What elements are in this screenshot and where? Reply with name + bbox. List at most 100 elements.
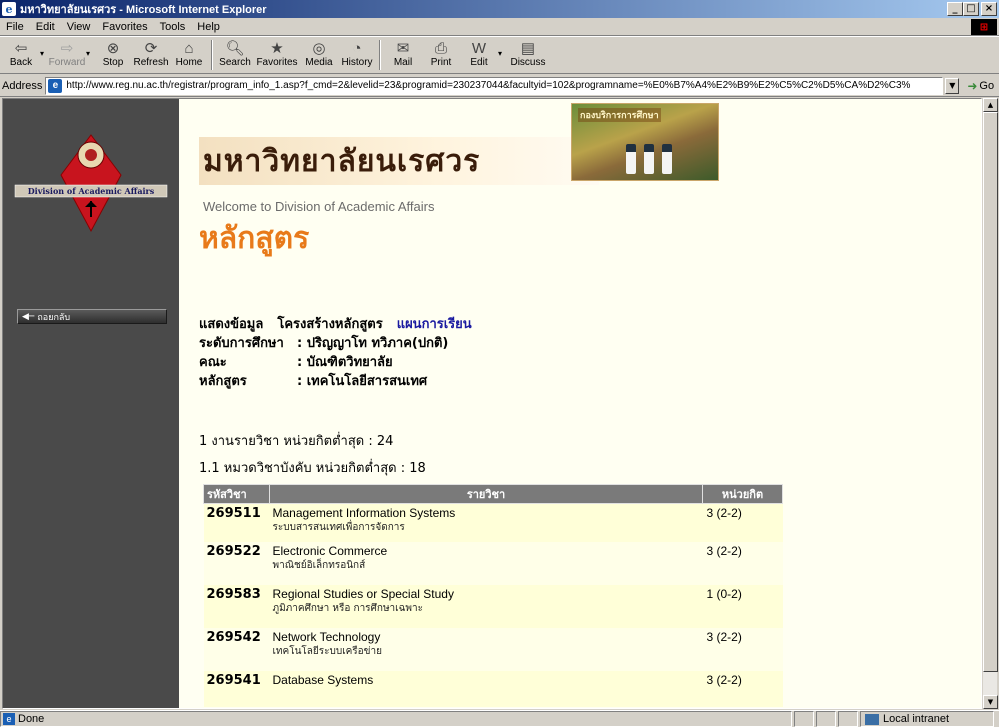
info-value: : ปริญญาโท ทวิภาค(ปกติ) bbox=[297, 336, 449, 351]
home-label: Home bbox=[175, 57, 203, 68]
banner-photo-label: กองบริการการศึกษา bbox=[578, 108, 661, 122]
mail-icon: ✉ bbox=[396, 40, 410, 57]
menu-view[interactable]: View bbox=[61, 21, 97, 33]
vertical-scrollbar[interactable]: ▲ ▼ bbox=[982, 98, 998, 709]
minimize-button[interactable]: _ bbox=[947, 2, 963, 16]
menu-help[interactable]: Help bbox=[191, 21, 226, 33]
go-button[interactable]: ➜ Go bbox=[967, 79, 994, 93]
back-arrow-icon: ◀─ bbox=[22, 311, 35, 322]
sidebar-back-button[interactable]: ◀─ ถอยกลับ bbox=[17, 309, 167, 324]
window-controls: _ □ × bbox=[947, 2, 997, 16]
course-code: 269583 bbox=[203, 584, 270, 628]
media-button[interactable]: ◎ Media bbox=[300, 37, 338, 73]
course-name: Electronic Commerce พาณิชย์อิเล็กทรอนิกส… bbox=[269, 541, 703, 585]
print-button[interactable]: ⎙ Print bbox=[422, 37, 460, 73]
back-dropdown-icon[interactable]: ▾ bbox=[40, 49, 48, 58]
back-button[interactable]: ⇦ Back bbox=[2, 37, 40, 73]
status-cell bbox=[816, 711, 836, 727]
page-viewport: Division of Academic Affairs ◀─ ถอยกลับ … bbox=[2, 98, 982, 709]
print-icon: ⎙ bbox=[434, 39, 447, 57]
history-button[interactable]: ◔ History bbox=[338, 37, 376, 73]
table-row: 269522 Electronic Commerce พาณิชย์อิเล็ก… bbox=[203, 541, 783, 585]
home-icon: ⌂ bbox=[184, 39, 194, 57]
course-name-th: เทคโนโลยีระบบเครือข่าย bbox=[272, 645, 383, 657]
page-done-icon: e bbox=[3, 713, 15, 725]
close-button[interactable]: × bbox=[981, 2, 997, 16]
university-banner: มหาวิทยาลัยนเรศวร Welcome to Division of… bbox=[199, 133, 599, 227]
go-arrow-icon: ➜ bbox=[967, 78, 978, 93]
address-input[interactable]: e http://www.reg.nu.ac.th/registrar/prog… bbox=[45, 76, 944, 95]
course-credit: 3 (2-2) bbox=[702, 670, 783, 707]
logo-text: Division of Academic Affairs bbox=[28, 186, 155, 196]
group-heading-1-1: 1.1 หมวดวิชาบังคับ หน่วยกิตต่ำสุด : 18 bbox=[199, 461, 426, 476]
address-dropdown-icon[interactable]: ▼ bbox=[945, 77, 960, 94]
forward-dropdown-icon[interactable]: ▾ bbox=[86, 49, 94, 58]
sidebar: Division of Academic Affairs ◀─ ถอยกลับ bbox=[3, 99, 179, 708]
info-label: คณะ bbox=[199, 355, 227, 370]
link-study-plan[interactable]: แผนการเรียน bbox=[397, 313, 472, 334]
scroll-up-icon[interactable]: ▲ bbox=[983, 98, 998, 112]
column-header-code: รหัสวิชา bbox=[203, 484, 270, 504]
forward-button[interactable]: ⇨ Forward bbox=[48, 37, 86, 73]
home-button[interactable]: ⌂ Home bbox=[170, 37, 208, 73]
scroll-down-icon[interactable]: ▼ bbox=[983, 695, 998, 709]
favorites-icon: ★ bbox=[270, 40, 284, 57]
link-curriculum-structure[interactable]: โครงสร้างหลักสูตร bbox=[277, 313, 382, 334]
title-bar: e มหาวิทยาลัยนเรศวร - Microsoft Internet… bbox=[0, 0, 999, 18]
history-label: History bbox=[341, 57, 373, 68]
mail-button[interactable]: ✉ Mail bbox=[384, 37, 422, 73]
page-icon: e bbox=[48, 78, 63, 93]
academic-affairs-logo: Division of Academic Affairs bbox=[3, 133, 179, 233]
course-name-th: ภูมิภาคศึกษา หรือ การศึกษาเฉพาะ bbox=[272, 602, 423, 614]
toolbar: ⇦ Back ▾ ⇨ Forward ▾ ⊗ Stop ⟳ Refresh ⌂ … bbox=[0, 36, 999, 74]
group-heading-1: 1 งานรายวิชา หน่วยกิตต่ำสุด : 24 bbox=[199, 434, 394, 449]
course-credit: 3 (2-2) bbox=[702, 627, 783, 671]
intranet-zone-icon bbox=[865, 713, 879, 725]
course-credit: 3 (2-2) bbox=[702, 503, 783, 542]
favorites-label: Favorites bbox=[256, 57, 298, 68]
search-icon: 🔍︎ bbox=[225, 40, 245, 57]
column-header-name: รายวิชา bbox=[269, 484, 703, 504]
scrollbar-thumb[interactable] bbox=[983, 112, 998, 672]
info-value: : เทคโนโลยีสารสนเทศ bbox=[297, 374, 428, 389]
stop-button[interactable]: ⊗ Stop bbox=[94, 37, 132, 73]
course-name: Management Information Systems ระบบสารสน… bbox=[269, 503, 703, 542]
address-label: Address bbox=[2, 79, 43, 92]
refresh-button[interactable]: ⟳ Refresh bbox=[132, 37, 170, 73]
window-title: มหาวิทยาลัยนเรศวร - Microsoft Internet E… bbox=[20, 4, 267, 16]
course-name: Regional Studies or Special Study ภูมิภา… bbox=[269, 584, 703, 628]
stop-label: Stop bbox=[102, 57, 124, 68]
main-content: มหาวิทยาลัยนเรศวร Welcome to Division of… bbox=[179, 99, 981, 708]
forward-arrow-icon: ⇨ bbox=[60, 40, 74, 57]
link-show-info[interactable]: แสดงข้อมูล bbox=[199, 313, 263, 334]
course-name-th: ระบบสารสนเทศเพื่อการจัดการ bbox=[272, 522, 405, 533]
edit-button[interactable]: W Edit bbox=[460, 37, 498, 73]
table-row: 269541 Database Systems 3 (2-2) bbox=[203, 670, 783, 707]
course-name-en: Database Systems bbox=[272, 672, 374, 687]
sidebar-back-label: ถอยกลับ bbox=[37, 312, 71, 323]
page-heading: หลักสูตร bbox=[199, 221, 310, 256]
menu-edit[interactable]: Edit bbox=[30, 21, 61, 33]
search-button[interactable]: 🔍︎ Search bbox=[216, 37, 254, 73]
status-text: Done bbox=[18, 713, 45, 725]
banner-photo: กองบริการการศึกษา bbox=[571, 103, 719, 181]
menu-tools[interactable]: Tools bbox=[154, 21, 192, 33]
column-header-credit: หน่วยกิต bbox=[702, 484, 783, 504]
status-cell bbox=[794, 711, 814, 727]
favorites-button[interactable]: ★ Favorites bbox=[254, 37, 300, 73]
ie-app-icon: e bbox=[2, 2, 16, 16]
toolbar-separator bbox=[211, 40, 213, 70]
menu-file[interactable]: File bbox=[0, 21, 30, 33]
edit-dropdown-icon[interactable]: ▾ bbox=[498, 49, 506, 58]
menu-favorites[interactable]: Favorites bbox=[96, 21, 153, 33]
toolbar-separator bbox=[379, 40, 381, 70]
maximize-button[interactable]: □ bbox=[963, 2, 979, 16]
info-value: : บัณฑิตวิทยาลัย bbox=[297, 355, 393, 370]
media-label: Media bbox=[305, 57, 333, 68]
course-table: รหัสวิชา รายวิชา หน่วยกิต 269511 Managem… bbox=[203, 484, 783, 707]
mail-label: Mail bbox=[393, 57, 413, 68]
discuss-button[interactable]: ▤ Discuss bbox=[506, 37, 550, 73]
zone-label: Local intranet bbox=[883, 713, 950, 725]
back-arrow-icon: ⇦ bbox=[14, 40, 28, 57]
refresh-icon: ⟳ bbox=[144, 40, 158, 57]
